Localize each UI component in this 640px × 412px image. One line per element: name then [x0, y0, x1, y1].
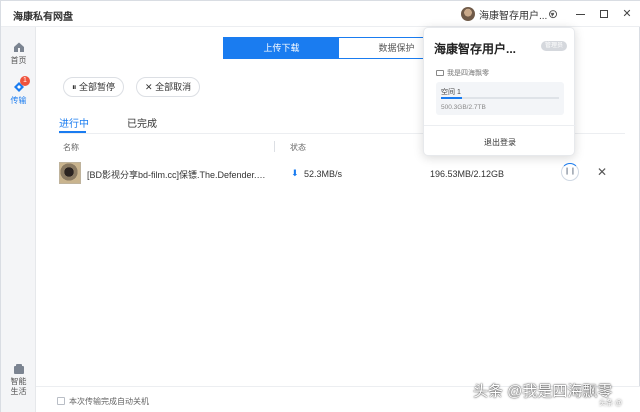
space-usage-bar: [441, 97, 559, 99]
sidebar-item-label: 传输: [10, 96, 27, 105]
app-window: 海康私有网盘 海康智存用户... ▾ ⊙ ✕ 首页 1 传输 智能 生活 上传下…: [0, 0, 640, 412]
sidebar-item-home[interactable]: 首页: [1, 41, 36, 66]
tab-completed[interactable]: 已完成: [127, 115, 157, 130]
auto-shutdown-checkbox[interactable]: [57, 397, 65, 405]
pause-button[interactable]: ❙❙: [561, 163, 579, 181]
sidebar-item-label: 首页: [10, 56, 27, 65]
close-icon[interactable]: ✕: [620, 7, 634, 21]
pause-icon: ❙❙: [564, 168, 576, 175]
divider: [424, 125, 576, 126]
role-badge: 管理员: [541, 41, 568, 51]
user-menu[interactable]: 海康智存用户... ▾: [461, 6, 554, 22]
transfer-size: 196.53MB/2.12GB: [430, 169, 505, 179]
settings-icon[interactable]: ⊙: [546, 7, 560, 21]
smart-life-icon: [13, 364, 24, 374]
cancel-all-label: 全部取消: [155, 82, 192, 92]
segment-control: 上传下载 数据保护: [223, 37, 455, 59]
space-card[interactable]: 空间 1 500.3GB/2.7TB: [436, 82, 564, 115]
file-thumbnail: [59, 162, 81, 184]
pause-all-button[interactable]: ⏸ 全部暂停: [63, 77, 125, 97]
space-label: 空间 1: [441, 89, 461, 96]
folder-icon: [436, 70, 444, 76]
pause-icon: ⏸: [72, 82, 77, 92]
auto-shutdown-label: 本次传输完成自动关机: [69, 397, 149, 406]
column-separator: [274, 141, 275, 152]
close-icon[interactable]: ✕: [597, 165, 607, 179]
space-usage-fill: [441, 97, 463, 99]
account-source-label: 我是四海飘零: [447, 70, 489, 77]
close-icon: ✕: [145, 82, 153, 92]
maximize-icon[interactable]: [597, 7, 611, 21]
watermark: 头条 @我是四海飘零: [473, 383, 613, 400]
column-header-status: 状态: [290, 143, 306, 152]
watermark-small: 头条 @: [599, 400, 623, 407]
avatar: [461, 7, 475, 21]
sidebar: 首页 1 传输 智能 生活: [1, 27, 36, 412]
logout-button[interactable]: 退出登录: [424, 137, 576, 148]
pause-all-label: 全部暂停: [79, 82, 116, 92]
sidebar-item-label: 生活: [10, 387, 27, 396]
title-bar: 海康私有网盘 海康智存用户... ▾ ⊙ ✕: [1, 1, 640, 27]
minimize-icon[interactable]: [573, 7, 587, 21]
sidebar-item-label: 智能: [10, 377, 27, 386]
popup-user-name: 海康智存用户...: [434, 42, 517, 56]
account-source: 我是四海飘零: [436, 68, 489, 78]
tab-upload-download[interactable]: 上传下载: [224, 38, 339, 58]
space-usage-text: 500.3GB/2.7TB: [441, 104, 486, 111]
table-row[interactable]: [BD影视分享bd-film.cc]保镖.The.Defender.1994..…: [59, 159, 625, 189]
download-arrow-icon: ⬇: [291, 168, 299, 178]
user-name: 海康智存用户...: [479, 10, 548, 22]
column-header-name: 名称: [63, 143, 79, 152]
transfer-speed: 52.3MB/s: [304, 169, 343, 179]
home-icon: [13, 42, 24, 52]
sidebar-item-smart-life[interactable]: 智能 生活: [1, 363, 36, 397]
tab-in-progress[interactable]: 进行中: [59, 115, 89, 130]
app-title: 海康私有网盘: [13, 12, 73, 23]
sidebar-item-transfer[interactable]: 1 传输: [1, 76, 36, 106]
user-popup: 海康智存用户... 管理员 我是四海飘零 空间 1 500.3GB/2.7TB …: [423, 27, 576, 156]
notification-badge: 1: [20, 76, 30, 86]
file-name: [BD影视分享bd-film.cc]保镖.The.Defender.1994..…: [87, 170, 269, 180]
cancel-all-button[interactable]: ✕ 全部取消: [136, 77, 201, 97]
